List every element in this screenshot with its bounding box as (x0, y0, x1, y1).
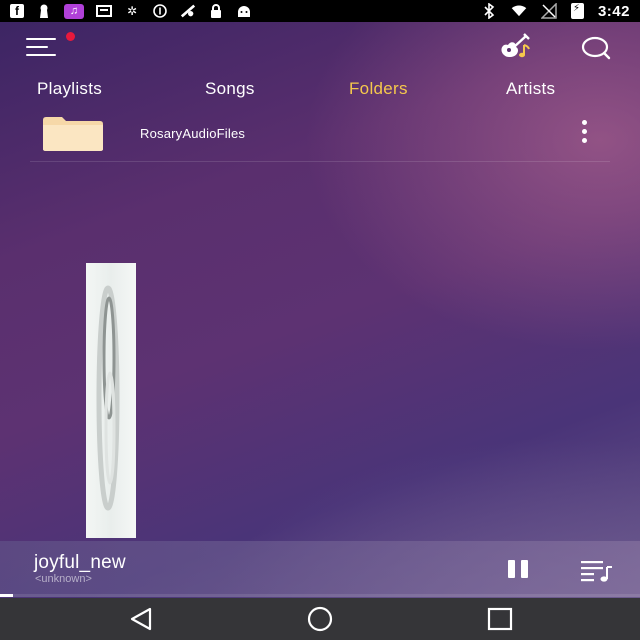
battery-charging-icon (570, 3, 584, 19)
tab-folders[interactable]: Folders (349, 79, 408, 99)
now-playing-artist: <unknown> (35, 573, 92, 585)
android-icon (236, 4, 252, 18)
bluetooth-icon (481, 3, 497, 19)
no-signal-icon (540, 3, 557, 19)
folder-name: RosaryAudioFiles (140, 126, 246, 141)
status-bar-notifications: f ♫ ✲ (10, 3, 252, 19)
info-icon (152, 4, 168, 18)
app-header (0, 22, 640, 72)
playback-progress-fill (0, 594, 13, 597)
pause-icon[interactable] (506, 560, 532, 580)
hamburger-menu-icon[interactable] (26, 32, 75, 58)
keyhole-icon (36, 4, 52, 18)
tab-songs[interactable]: Songs (205, 79, 255, 99)
sync-icon: ✲ (126, 4, 138, 18)
system-nav-bar (0, 598, 640, 640)
status-bar-system: 3:42 (481, 3, 630, 20)
list-item[interactable]: RosaryAudioFiles (30, 106, 610, 162)
tab-playlists[interactable]: Playlists (37, 79, 102, 99)
music-note-icon: ♫ (64, 3, 84, 19)
folder-icon (42, 116, 104, 152)
tab-artists[interactable]: Artists (506, 79, 555, 99)
more-vertical-icon[interactable] (576, 120, 592, 146)
search-icon[interactable] (580, 34, 612, 62)
back-triangle-icon[interactable] (126, 604, 158, 634)
floating-overlay[interactable] (86, 263, 136, 538)
tray-icon (96, 4, 112, 18)
notification-dot (66, 32, 75, 41)
playback-progress[interactable] (0, 594, 640, 597)
status-bar: f ♫ ✲ ⚡ 3:42 (0, 0, 640, 22)
now-playing-title: joyful_new (34, 552, 126, 573)
lock-icon (208, 4, 224, 18)
facebook-icon: f (10, 4, 24, 18)
guitar-icon[interactable] (498, 33, 534, 61)
wifi-icon (511, 4, 527, 18)
recents-square-icon[interactable] (484, 604, 516, 634)
app-screen: f ♫ ✲ ⚡ 3:42 Playlists Songs Folders Art… (0, 0, 640, 640)
mini-player[interactable]: joyful_new <unknown> (0, 541, 640, 597)
home-circle-icon[interactable] (304, 604, 336, 634)
tab-bar: Playlists Songs Folders Artists (0, 72, 640, 106)
fast-sat-icon (180, 4, 196, 18)
status-time: 3:42 (597, 2, 630, 20)
queue-music-icon[interactable] (580, 558, 614, 584)
